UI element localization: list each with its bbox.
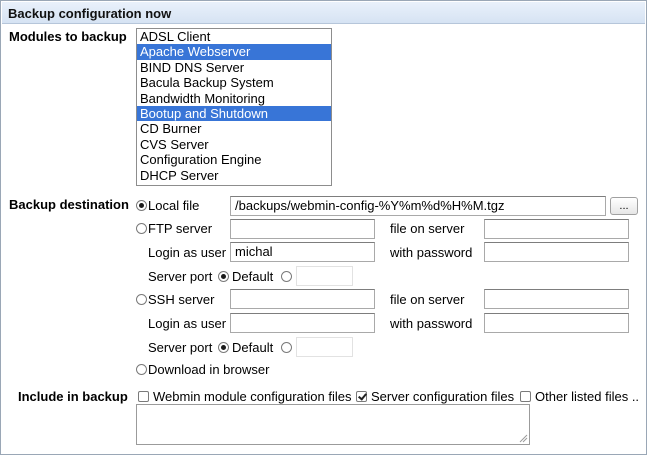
- ssh-port-label: Server port: [148, 340, 213, 355]
- destination-label: Backup destination: [9, 197, 129, 212]
- ftp-file-input[interactable]: [484, 219, 629, 239]
- ssh-port-custom-radio[interactable]: [281, 342, 292, 353]
- module-option[interactable]: Bandwidth Monitoring: [137, 91, 331, 106]
- download-browser-radio[interactable]: [136, 364, 147, 375]
- module-option[interactable]: Configuration Engine: [137, 152, 331, 167]
- other-files-label: Other listed files ..: [535, 389, 640, 404]
- ftp-login-label: Login as user: [148, 245, 227, 260]
- module-option[interactable]: BIND DNS Server: [137, 60, 331, 75]
- local-file-radio[interactable]: [136, 200, 147, 211]
- ftp-port-label: Server port: [148, 269, 213, 284]
- ftp-file-label: file on server: [390, 221, 465, 236]
- browse-button[interactable]: ...: [610, 197, 638, 215]
- modules-listbox[interactable]: ADSL Client Apache Webserver BIND DNS Se…: [136, 28, 332, 186]
- ssh-file-label: file on server: [390, 292, 465, 307]
- include-label: Include in backup: [18, 389, 128, 404]
- other-files-checkbox[interactable]: [520, 391, 531, 402]
- server-config-checkbox[interactable]: [356, 391, 367, 402]
- ftp-server-radio[interactable]: [136, 223, 147, 234]
- module-option[interactable]: Bacula Backup System: [137, 75, 331, 90]
- webmin-config-checkbox[interactable]: [138, 391, 149, 402]
- ftp-password-input[interactable]: [484, 242, 629, 262]
- module-option[interactable]: Apache Webserver: [137, 44, 331, 60]
- webmin-config-label: Webmin module configuration files: [153, 389, 352, 404]
- ssh-file-input[interactable]: [484, 289, 629, 309]
- panel-header: Backup configuration now: [2, 2, 645, 24]
- ssh-password-input[interactable]: [484, 313, 629, 333]
- ssh-login-label: Login as user: [148, 316, 227, 331]
- ftp-port-default-radio[interactable]: [218, 271, 229, 282]
- module-option[interactable]: DHCP Server: [137, 168, 331, 183]
- ssh-password-label: with password: [390, 316, 473, 331]
- backup-config-panel: Backup configuration now Modules to back…: [0, 0, 647, 455]
- ssh-port-input[interactable]: [296, 337, 353, 357]
- ssh-server-input[interactable]: [230, 289, 375, 309]
- ftp-password-label: with password: [390, 245, 473, 260]
- ftp-port-custom-radio[interactable]: [281, 271, 292, 282]
- ftp-server-input[interactable]: [230, 219, 375, 239]
- ftp-server-label: FTP server: [148, 221, 213, 236]
- ssh-server-label: SSH server: [148, 292, 215, 307]
- ftp-port-default-label: Default: [232, 269, 274, 284]
- server-config-label: Server configuration files: [371, 389, 515, 404]
- download-browser-label: Download in browser: [148, 362, 270, 377]
- module-option[interactable]: ADSL Client: [137, 29, 331, 44]
- local-file-label: Local file: [148, 198, 200, 213]
- modules-label: Modules to backup: [9, 29, 127, 44]
- ftp-login-input[interactable]: michal: [230, 242, 375, 262]
- ftp-port-input[interactable]: [296, 266, 353, 286]
- ssh-port-default-label: Default: [232, 340, 274, 355]
- local-file-input[interactable]: /backups/webmin-config-%Y%m%d%H%M.tgz: [230, 196, 606, 216]
- module-option[interactable]: Bootup and Shutdown: [137, 105, 331, 122]
- module-option[interactable]: CVS Server: [137, 137, 331, 152]
- panel-title: Backup configuration now: [8, 6, 172, 21]
- ssh-port-default-radio[interactable]: [218, 342, 229, 353]
- resize-grip-icon[interactable]: [519, 434, 528, 443]
- ssh-server-radio[interactable]: [136, 294, 147, 305]
- other-files-textarea[interactable]: [136, 404, 530, 445]
- ssh-login-input[interactable]: [230, 313, 375, 333]
- module-option[interactable]: CD Burner: [137, 121, 331, 136]
